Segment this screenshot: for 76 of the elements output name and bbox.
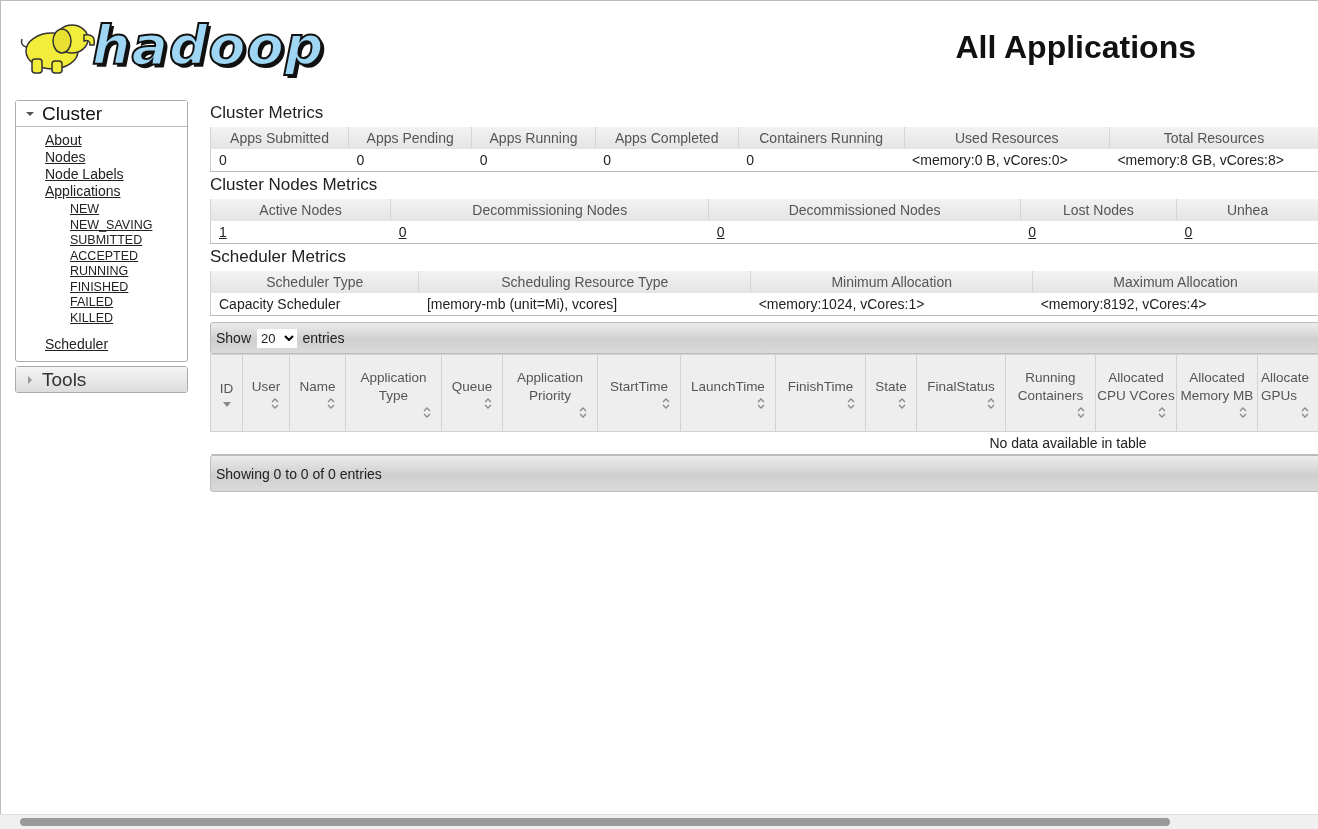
sidebar-link[interactable]: SUBMITTED [70, 233, 143, 249]
horizontal-scrollbar[interactable] [0, 814, 1318, 829]
column-header: Used Resources [904, 127, 1110, 149]
sidebar-link[interactable]: About [45, 132, 82, 149]
chevron-down-icon [283, 335, 294, 341]
column-header[interactable]: FinalStatus [916, 354, 1006, 432]
column-header: Scheduling Resource Type [418, 271, 751, 293]
column-header[interactable]: ID [210, 354, 243, 432]
page-title: All Applications [955, 29, 1196, 66]
table-cell: 0 [348, 149, 472, 172]
sidebar-link[interactable]: Applications [45, 183, 121, 200]
column-header: Total Resources [1109, 127, 1318, 149]
sidebar-link[interactable]: Nodes [45, 149, 86, 166]
table-link[interactable]: 0 [1184, 224, 1193, 240]
table-cell: 0 [595, 149, 739, 172]
section-title: Cluster Metrics [210, 103, 325, 123]
column-header[interactable]: Running Containers [1005, 354, 1096, 432]
column-header[interactable]: Allocated CPU VCores [1095, 354, 1177, 432]
column-header: Minimum Allocation [750, 271, 1033, 293]
column-header[interactable]: Application Type [345, 354, 442, 432]
page-size-select[interactable]: 20 [257, 328, 297, 348]
sidebar-link[interactable]: NEW [70, 202, 100, 218]
table-cell: [memory-mb (unit=Mi), vcores] [418, 293, 751, 316]
table-link[interactable]: 0 [1028, 224, 1037, 240]
sidebar-section-header[interactable]: Cluster [16, 101, 187, 127]
column-header[interactable]: FinishTime [775, 354, 866, 432]
column-header[interactable]: Allocate GPUs [1257, 354, 1318, 432]
table-cell: 0 [738, 149, 905, 172]
column-header: Scheduler Type [210, 271, 419, 293]
column-header: Apps Completed [595, 127, 739, 149]
table-cell: Capacity Scheduler [210, 293, 419, 316]
caret-down-icon [26, 109, 34, 118]
column-header[interactable]: User [242, 354, 290, 432]
column-header: Lost Nodes [1020, 199, 1177, 221]
column-header: Decommissioned Nodes [708, 199, 1021, 221]
table-cell: 0 [471, 149, 596, 172]
column-header: Apps Pending [348, 127, 472, 149]
sidebar-link[interactable]: Scheduler [45, 336, 109, 353]
column-header: Apps Submitted [210, 127, 349, 149]
table-link[interactable]: 1 [219, 224, 227, 240]
sidebar-link[interactable]: KILLED [70, 310, 114, 326]
sidebar-link[interactable]: Node Labels [45, 166, 124, 183]
column-header: Active Nodes [210, 199, 391, 221]
table-cell: <memory:8 GB, vCores:8> [1109, 149, 1318, 172]
column-header[interactable]: Application Priority [502, 354, 598, 432]
table-cell: 0 [210, 149, 349, 172]
sidebar-section-header[interactable]: Tools [16, 367, 187, 392]
section-title: Cluster Nodes Metrics [210, 175, 379, 195]
sidebar-link[interactable]: NEW_SAVING [70, 217, 153, 233]
column-header: Unhea [1176, 199, 1318, 221]
column-header[interactable]: Allocated Memory MB [1176, 354, 1258, 432]
column-header: Apps Running [471, 127, 596, 149]
entries-label: entries [302, 330, 345, 346]
column-header: Decommissioning Nodes [390, 199, 709, 221]
table-link[interactable]: 0 [716, 224, 725, 240]
sidebar-link[interactable]: FAILED [70, 295, 114, 311]
sidebar-link[interactable]: RUNNING [70, 264, 129, 280]
column-header[interactable]: LaunchTime [680, 354, 776, 432]
column-header: Containers Running [738, 127, 905, 149]
column-header[interactable]: State [865, 354, 917, 432]
sidebar-link[interactable]: ACCEPTED [70, 248, 139, 264]
table-cell: <memory:1024, vCores:1> [750, 293, 1033, 316]
entries-info: Showing 0 to 0 of 0 entries [216, 465, 382, 482]
table-cell: <memory:8192, vCores:4> [1032, 293, 1318, 316]
table-cell: <memory:0 B, vCores:0> [904, 149, 1110, 172]
caret-right-icon [26, 375, 34, 384]
column-header[interactable]: Name [289, 354, 346, 432]
column-header[interactable]: StartTime [597, 354, 681, 432]
empty-table-message: No data available in table [989, 435, 1147, 451]
column-header[interactable]: Queue [441, 354, 503, 432]
show-label: Show [216, 330, 252, 346]
section-title: Scheduler Metrics [210, 247, 348, 267]
logo-wordmark: hadoop [92, 18, 325, 73]
table-link[interactable]: 0 [398, 224, 407, 240]
column-header: Maximum Allocation [1032, 271, 1318, 293]
sidebar-link[interactable]: FINISHED [70, 279, 129, 295]
